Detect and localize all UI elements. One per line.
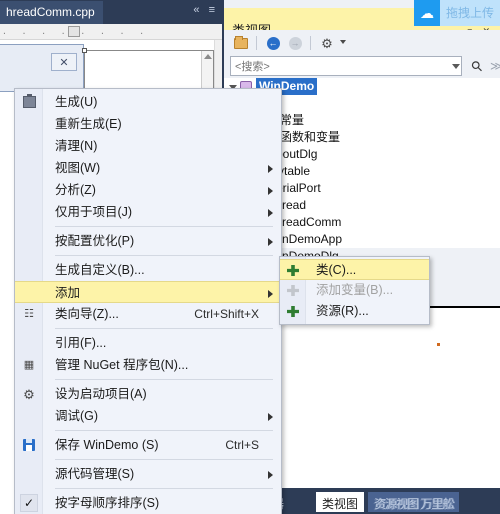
menu-item-class-wizard[interactable]: ☷ 类向导(Z)... Ctrl+Shift+X [15,303,281,325]
editor-tab-threadcomm[interactable]: hreadComm.cpp [0,1,103,24]
menu-item-project-only[interactable]: 仅用于项目(J) [15,201,281,223]
menu-item-label: 生成自定义(B)... [55,263,145,277]
menu-item-label: 分析(Z) [55,183,96,197]
toolbar-separator-2 [310,36,311,50]
menu-item-label: 清理(N) [55,139,98,153]
menu-item-build[interactable]: 生成(U) [15,91,281,113]
submenu-item-label: 添加变量(B)... [316,283,394,297]
ruler-handle[interactable] [68,26,80,37]
menu-item-rebuild[interactable]: 重新生成(E) [15,113,281,135]
menu-separator [55,459,273,460]
menu-item-clean[interactable]: 清理(N) [15,135,281,157]
new-folder-icon[interactable] [232,34,250,52]
menu-item-shortcut: Ctrl+S [225,438,259,452]
project-context-menu: 生成(U) 重新生成(E) 清理(N) 视图(W) 分析(Z) 仅用于项目(J)… [14,88,282,514]
forward-icon: → [288,36,302,50]
scroll-up-arrow-icon[interactable] [204,54,212,59]
add-variable-icon [285,283,301,298]
dialog-designer-panel: ✕ [0,44,84,92]
nuget-icon: ▦ [23,359,35,371]
gear-icon[interactable]: ⚙ [318,34,336,52]
menu-item-debug[interactable]: 调试(G) [15,405,281,427]
menu-item-label: 添加 [55,286,81,300]
menu-separator [55,430,273,431]
submenu-item-label: 类(C)... [316,263,357,277]
menu-item-save-windemo[interactable]: 保存 WinDemo (S) Ctrl+S [15,434,281,456]
toolbar-separator-1 [256,36,257,50]
submenu-arrow-icon [268,209,273,217]
chevron-down-icon[interactable] [340,40,346,44]
submenu-arrow-icon [268,165,273,173]
tabstrip-overflow-buttons[interactable]: « ≡ [193,4,218,16]
menu-item-label: 生成(U) [55,95,98,109]
search-input[interactable] [230,56,462,76]
menu-separator [55,255,273,256]
menu-separator [55,328,273,329]
check-icon: ✓ [20,494,38,512]
submenu-arrow-icon [268,238,273,246]
designer-ruler: . . . . . . . . [0,24,222,40]
menu-item-label: 源代码管理(S) [55,467,135,481]
menu-item-label: 保存 WinDemo (S) [55,438,159,452]
menu-item-label: 调试(G) [55,409,99,423]
menu-item-label: 按配置优化(P) [55,234,135,248]
save-icon [20,437,38,453]
menu-item-label: 按字母顺序排序(S) [55,496,160,510]
class-wizard-icon: ☷ [24,308,34,320]
class-view-search-row: ⚲ ≫ [224,56,500,78]
menu-item-set-as-startup-project[interactable]: ⚙ 设为启动项目(A) [15,383,281,405]
add-resource-icon [285,304,301,319]
upload-badge-overlay[interactable]: ☁ 拖拽上传 [413,0,500,26]
dialog-close-button[interactable]: ✕ [51,53,77,71]
submenu-item-add-variable: 添加变量(B)... [280,280,429,301]
menu-item-source-control[interactable]: 源代码管理(S) [15,463,281,485]
menu-item-add[interactable]: 添加 [15,281,281,303]
menu-item-label: 视图(W) [55,161,101,175]
menu-item-label: 设为启动项目(A) [55,387,147,401]
menu-item-view[interactable]: 视图(W) [15,157,281,179]
cursor-dot-marker [437,343,440,346]
menu-item-label: 仅用于项目(J) [55,205,133,219]
editor-tabstrip: hreadComm.cpp « ≡ [0,0,222,24]
menu-separator [55,226,273,227]
add-submenu: 类(C)... 添加变量(B)... 资源(R)... [279,256,430,325]
gear-icon: ⚙ [23,386,35,402]
search-icon[interactable]: ⚲ [467,57,486,76]
menu-item-sort-alphabetically[interactable]: ✓ 按字母顺序排序(S) [15,492,281,514]
menu-item-manage-nuget[interactable]: ▦ 管理 NuGet 程序包(N)... [15,354,281,376]
menu-separator [55,488,273,489]
cloud-upload-icon[interactable]: ☁ [413,0,440,26]
visual-studio-window: hreadComm.cpp « ≡ . . . . . . . . ✕ 类视图 … [0,0,500,514]
submenu-arrow-icon [268,290,273,298]
submenu-item-resource[interactable]: 资源(R)... [280,301,429,322]
back-icon[interactable]: ← [264,34,282,52]
search-options-icon[interactable]: ≫ [490,59,500,73]
menu-item-references[interactable]: 引用(F)... [15,332,281,354]
menu-item-build-customizations[interactable]: 生成自定义(B)... [15,259,281,281]
menu-item-label: 类向导(Z)... [55,307,119,321]
class-view-toolbar: ← → ⚙ [224,30,500,56]
submenu-arrow-icon [268,187,273,195]
menu-item-shortcut: Ctrl+Shift+X [194,307,259,321]
menu-item-analyze[interactable]: 分析(Z) [15,179,281,201]
resize-grip-handle[interactable] [82,48,87,53]
add-class-icon [285,263,301,278]
menu-separator [55,379,273,380]
tab-class-view[interactable]: 类视图 [316,492,365,512]
submenu-item-label: 资源(R)... [316,304,369,318]
submenu-arrow-icon [268,413,273,421]
menu-item-label: 引用(F)... [55,336,107,350]
submenu-arrow-icon [268,471,273,479]
build-icon [20,94,38,110]
submenu-item-class[interactable]: 类(C)... [280,259,429,280]
menu-item-label: 管理 NuGet 程序包(N)... [55,358,189,372]
search-dropdown-icon[interactable] [452,64,460,69]
menu-item-profile-guided-optimization[interactable]: 按配置优化(P) [15,230,281,252]
menu-item-label: 重新生成(E) [55,117,122,131]
tab-resource-view[interactable]: 资源视图 万里舩 [368,492,460,512]
upload-badge-label: 拖拽上传 [439,0,500,26]
